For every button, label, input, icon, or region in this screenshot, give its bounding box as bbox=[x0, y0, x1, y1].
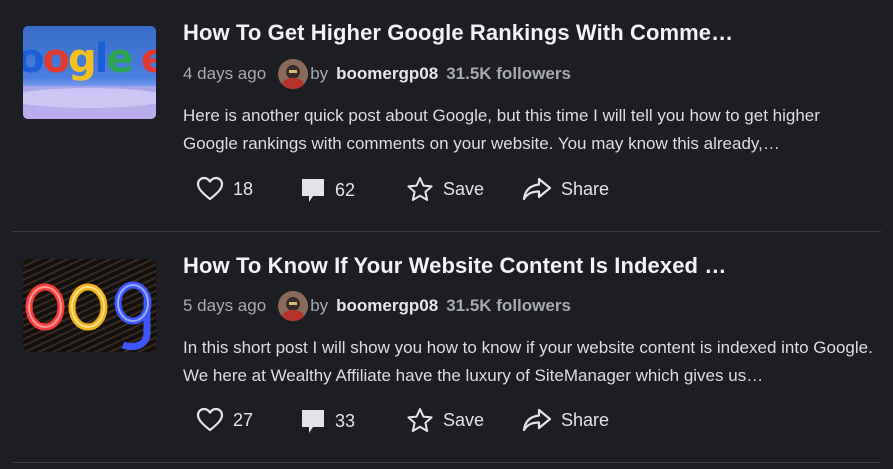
heart-icon bbox=[196, 407, 224, 432]
google-logo-image bbox=[23, 259, 156, 352]
google-logo-image: oogle e bbox=[23, 26, 156, 119]
star-icon bbox=[407, 177, 433, 201]
share-button[interactable]: Share bbox=[522, 176, 609, 202]
by-label: by bbox=[310, 296, 329, 315]
like-count: 27 bbox=[233, 409, 254, 430]
save-button[interactable]: Save bbox=[406, 407, 484, 434]
share-label: Share bbox=[561, 178, 610, 199]
like-button[interactable]: 27 bbox=[196, 407, 253, 433]
post-thumbnail[interactable] bbox=[23, 259, 156, 352]
post-thumbnail[interactable]: oogle e bbox=[23, 26, 156, 119]
post-card: oogle e How To Get Higher Google Ranking… bbox=[0, 0, 893, 232]
post-time: 4 days ago bbox=[183, 64, 267, 83]
comment-count: 62 bbox=[335, 179, 356, 200]
follower-count: 31.5K followers bbox=[446, 296, 571, 315]
share-icon bbox=[522, 408, 552, 432]
author-name[interactable]: boomergp08 bbox=[336, 64, 438, 84]
post-excerpt[interactable]: Here is another quick post about Google,… bbox=[183, 102, 873, 158]
star-icon bbox=[407, 408, 433, 432]
save-button[interactable]: Save bbox=[406, 176, 484, 203]
save-label: Save bbox=[443, 410, 485, 430]
post-feed: oogle e How To Get Higher Google Ranking… bbox=[0, 0, 893, 469]
author-name[interactable]: boomergp08 bbox=[336, 296, 438, 316]
post-meta: 4 days ago by boomergp08 31.5K followers bbox=[183, 59, 571, 89]
post-meta: 5 days ago by boomergp08 31.5K followers bbox=[183, 291, 571, 321]
save-label: Save bbox=[443, 179, 485, 199]
post-card: How To Know If Your Website Content Is I… bbox=[0, 232, 893, 463]
author-avatar[interactable] bbox=[278, 59, 309, 89]
comment-button[interactable]: 33 bbox=[300, 407, 355, 435]
heart-icon bbox=[196, 176, 224, 201]
share-button[interactable]: Share bbox=[522, 407, 609, 433]
like-count: 18 bbox=[233, 178, 254, 199]
share-label: Share bbox=[561, 409, 610, 430]
svg-text:oogle: oogle bbox=[23, 36, 132, 82]
share-icon bbox=[522, 177, 552, 201]
post-divider bbox=[12, 462, 881, 463]
svg-text:e: e bbox=[141, 36, 156, 82]
post-time: 5 days ago bbox=[183, 296, 267, 315]
comment-icon bbox=[302, 179, 324, 202]
comment-icon bbox=[302, 410, 324, 433]
comment-button[interactable]: 62 bbox=[300, 176, 355, 204]
comment-count: 33 bbox=[335, 410, 356, 431]
post-excerpt[interactable]: In this short post I will show you how t… bbox=[183, 334, 873, 390]
post-title[interactable]: How To Know If Your Website Content Is I… bbox=[183, 253, 726, 279]
post-title[interactable]: How To Get Higher Google Rankings With C… bbox=[183, 20, 733, 46]
follower-count: 31.5K followers bbox=[446, 64, 571, 83]
author-avatar[interactable] bbox=[278, 291, 309, 321]
like-button[interactable]: 18 bbox=[196, 176, 253, 202]
by-label: by bbox=[310, 64, 329, 83]
